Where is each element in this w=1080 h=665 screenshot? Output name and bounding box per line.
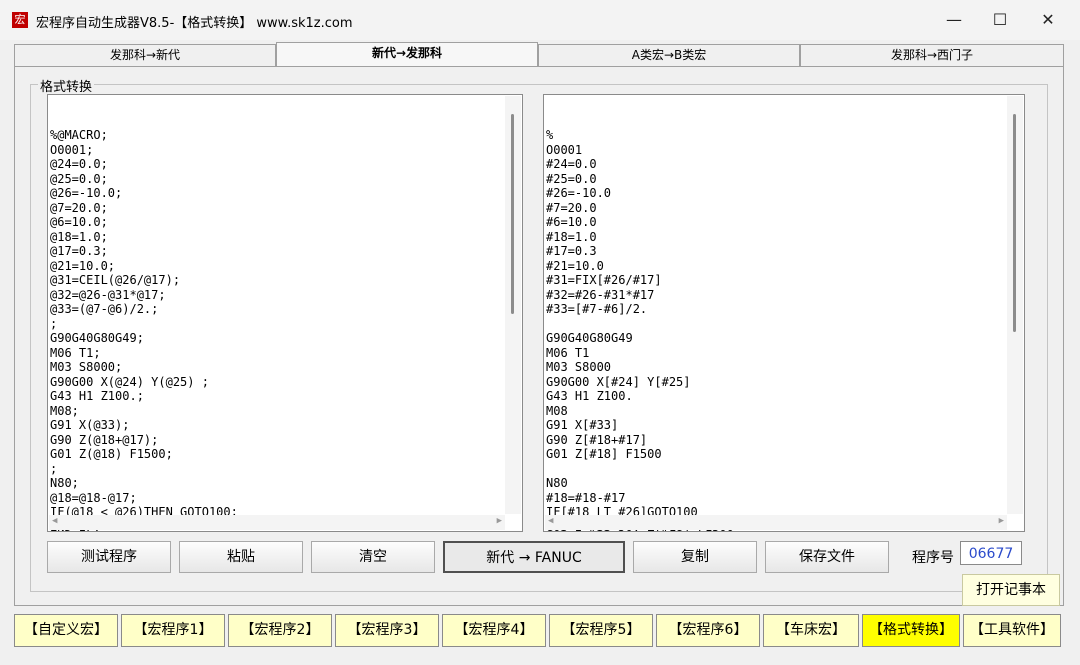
code-line: G43 H1 Z100.;	[50, 389, 144, 403]
code-line: @18=@18-@17;	[50, 490, 137, 505]
code-line: M06 T1;	[50, 345, 101, 360]
source-horizontal-scrollbar[interactable]: ◀ ▶	[49, 515, 505, 530]
bottom-tab-lathe-macro[interactable]: 【车床宏】	[763, 614, 859, 647]
tab-syntec-to-fanuc[interactable]: 新代→发那科	[276, 42, 538, 67]
scroll-left-arrow-icon[interactable]: ◀	[548, 514, 553, 529]
bottom-tab-macro-3[interactable]: 【宏程序3】	[335, 614, 439, 647]
bottom-tab-macro-2[interactable]: 【宏程序2】	[228, 614, 332, 647]
code-line: #25=0.0	[546, 171, 597, 186]
group-title: 格式转换	[38, 76, 95, 95]
code-line: #33=[#7-#6]/2.	[546, 302, 648, 316]
source-code-lines: %@MACRO; O0001; @24=0.0; @25=0.0; @26=-10.0;…	[48, 124, 522, 531]
code-line: G43 H1 Z100.	[546, 389, 633, 403]
paste-button[interactable]: 粘贴	[179, 541, 303, 573]
converted-horizontal-scrollbar[interactable]: ◀ ▶	[545, 515, 1007, 530]
code-line: G90G40G80G49;	[50, 331, 144, 345]
code-line: ;	[50, 461, 58, 476]
window-title: 宏程序自动生成器V8.5-【格式转换】 www.sk1z.com	[36, 16, 353, 31]
program-number-input[interactable]: 06677	[960, 541, 1022, 565]
code-line: M03 S8000	[546, 360, 612, 374]
code-line: #7=20.0	[546, 200, 597, 215]
bottom-tab-custom-macro[interactable]: 【自定义宏】	[14, 614, 118, 647]
code-line: M03 S8000;	[50, 360, 123, 374]
code-line: @31=CEIL(@26/@17);	[50, 273, 181, 287]
code-line: @32=@26-@31*@17;	[50, 287, 166, 302]
code-line: N80	[546, 476, 568, 490]
converted-scroll-thumb[interactable]	[1013, 114, 1016, 332]
code-line: @18=1.0;	[50, 229, 108, 244]
bottom-tab-tool-software[interactable]: 【工具软件】	[963, 614, 1061, 647]
scroll-right-arrow-icon[interactable]: ▶	[999, 514, 1004, 529]
maximize-button[interactable]: ☐	[982, 8, 1018, 32]
code-line: @21=10.0;	[50, 258, 116, 273]
code-line: #6=10.0	[546, 215, 597, 229]
app-icon: 宏	[12, 12, 28, 28]
code-line: O0001	[546, 142, 583, 157]
open-notepad-button[interactable]: 打开记事本	[962, 574, 1060, 606]
tab-a-macro-to-b-macro[interactable]: A类宏→B类宏	[538, 44, 800, 66]
code-line: G90G00 X[#24] Y[#25]	[546, 374, 691, 389]
code-line: G90G40G80G49	[546, 331, 633, 345]
code-line: #24=0.0	[546, 157, 597, 171]
top-tab-strip: 发那科→新代 新代→发那科 A类宏→B类宏 发那科→西门子	[14, 42, 1064, 67]
convert-button[interactable]: 新代 → FANUC	[443, 541, 625, 573]
bottom-tab-macro-1[interactable]: 【宏程序1】	[121, 614, 225, 647]
scroll-right-arrow-icon[interactable]: ▶	[497, 514, 502, 529]
code-line: G90 Z(@18+@17);	[50, 432, 159, 447]
code-line: O0001;	[50, 142, 94, 157]
converted-code-lines: % O0001 #24=0.0 #25=0.0 #26=-10.0 #7=20.0 #6=1…	[544, 124, 1024, 531]
code-line: @17=0.3;	[50, 244, 108, 258]
bottom-tab-format-convert[interactable]: 【格式转换】	[862, 614, 960, 647]
source-code-editor[interactable]: %@MACRO; O0001; @24=0.0; @25=0.0; @26=-10.0;…	[47, 94, 523, 532]
clear-button[interactable]: 清空	[311, 541, 435, 573]
code-line: @33=(@7-@6)/2.;	[50, 302, 159, 316]
source-scroll-thumb[interactable]	[511, 114, 514, 314]
code-line: @26=-10.0;	[50, 186, 123, 200]
code-line: G01 Z(@18) F1500;	[50, 447, 173, 461]
minimize-button[interactable]: —	[936, 8, 972, 32]
code-line: G90G00 X(@24) Y(@25) ;	[50, 374, 209, 389]
converted-vertical-scrollbar[interactable]	[1007, 96, 1023, 514]
code-line: %@MACRO;	[50, 128, 108, 142]
tab-fanuc-to-syntec[interactable]: 发那科→新代	[14, 44, 276, 66]
code-line: @24=0.0;	[50, 157, 108, 171]
code-line: G91 X(@33);	[50, 418, 130, 432]
copy-button[interactable]: 复制	[633, 541, 757, 573]
code-line: #31=FIX[#26/#17]	[546, 273, 662, 287]
code-line: G90 Z[#18+#17]	[546, 432, 648, 447]
code-line: N80;	[50, 476, 79, 490]
code-line: G01 Z[#18] F1500	[546, 447, 662, 461]
title-bar: 宏 宏程序自动生成器V8.5-【格式转换】 www.sk1z.com — ☐ ✕	[0, 0, 1080, 40]
program-number-label: 程序号	[912, 550, 954, 566]
code-line: %	[546, 128, 554, 142]
code-line: #17=0.3	[546, 244, 597, 258]
code-line: @6=10.0;	[50, 215, 108, 229]
code-line: M08	[546, 403, 568, 418]
source-vertical-scrollbar[interactable]	[505, 96, 521, 514]
bottom-tab-macro-4[interactable]: 【宏程序4】	[442, 614, 546, 647]
bottom-tab-macro-5[interactable]: 【宏程序5】	[549, 614, 653, 647]
save-file-button[interactable]: 保存文件	[765, 541, 889, 573]
code-line: M08;	[50, 403, 79, 418]
code-line: M06 T1	[546, 345, 590, 360]
code-line: #32=#26-#31*#17	[546, 287, 655, 302]
code-line: ;	[50, 316, 58, 331]
bottom-tab-macro-6[interactable]: 【宏程序6】	[656, 614, 760, 647]
close-button[interactable]: ✕	[1030, 8, 1066, 32]
code-line: #21=10.0	[546, 258, 604, 273]
code-line: G91 X[#33]	[546, 418, 619, 432]
code-line: #18=1.0	[546, 229, 597, 244]
test-program-button[interactable]: 测试程序	[47, 541, 171, 573]
code-line: #18=#18-#17	[546, 490, 626, 505]
code-line: @7=20.0;	[50, 200, 108, 215]
tab-fanuc-to-siemens[interactable]: 发那科→西门子	[800, 44, 1064, 66]
converted-code-editor[interactable]: % O0001 #24=0.0 #25=0.0 #26=-10.0 #7=20.0 #6=1…	[543, 94, 1025, 532]
code-line: #26=-10.0	[546, 186, 612, 200]
scroll-left-arrow-icon[interactable]: ◀	[52, 514, 57, 529]
code-line: @25=0.0;	[50, 171, 108, 186]
